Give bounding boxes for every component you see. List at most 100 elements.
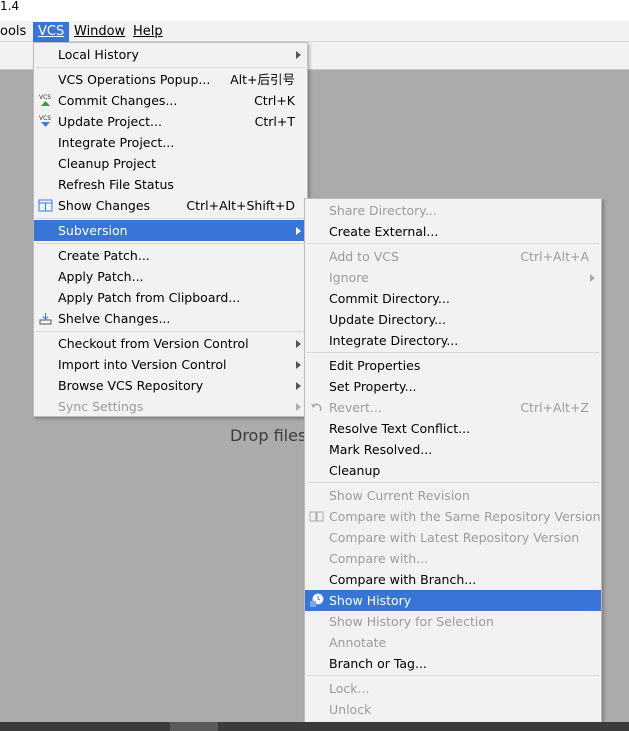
menu-item-integrate-project[interactable]: Integrate Project... [34, 132, 307, 153]
menu-item-create-patch[interactable]: Create Patch... [34, 245, 307, 266]
menu-item-import[interactable]: Import into Version Control [34, 354, 307, 375]
menu-item-label: Create Patch... [58, 248, 150, 263]
menu-item-label: Cleanup [329, 463, 381, 478]
menu-item-shortcut: Ctrl+T [254, 114, 295, 129]
menu-item-shortcut: Ctrl+K [254, 93, 295, 108]
separator [36, 243, 305, 244]
menu-item-label: Mark Resolved... [329, 442, 433, 457]
window-title: 1.4 [0, 0, 20, 13]
svg-text:VCS: VCS [39, 115, 51, 122]
menu-item-label: Branch or Tag... [329, 656, 427, 671]
menu-item-label: Checkout from Version Control [58, 336, 249, 351]
menu-item-resolve-text-conflict[interactable]: Resolve Text Conflict... [305, 418, 601, 439]
separator [36, 67, 305, 68]
submenu-arrow-icon [296, 51, 301, 59]
menu-item-label: Update Project... [58, 114, 162, 129]
menu-item-label: Compare with Latest Repository Version [329, 530, 580, 545]
menu-item-set-property[interactable]: Set Property... [305, 376, 601, 397]
separator [307, 675, 599, 676]
menu-item-label: Subversion [58, 223, 128, 238]
menu-item-label: Share Directory... [329, 203, 437, 218]
menu-item-label: Revert... [329, 400, 382, 415]
menu-item-integrate-directory[interactable]: Integrate Directory... [305, 330, 601, 351]
submenu-arrow-icon [590, 274, 595, 282]
menu-item-label: Unlock [329, 702, 372, 717]
menu-item-label: Cleanup Project [58, 156, 157, 171]
menu-item-label: Create External... [329, 224, 439, 239]
menu-item-local-history[interactable]: Local History [34, 44, 307, 65]
menu-item-label: Commit Changes... [58, 93, 178, 108]
menu-item-label: Show History [329, 593, 412, 608]
menu-item-update-directory[interactable]: Update Directory... [305, 309, 601, 330]
menu-item-shortcut: Ctrl+Alt+Shift+D [186, 198, 295, 213]
menu-item-label: Lock... [329, 681, 370, 696]
menu-vcs[interactable]: VCS [33, 22, 70, 42]
menu-item-label: Add to VCS [329, 249, 399, 264]
menu-item-shortcut: Ctrl+Alt+Z [520, 400, 589, 415]
menu-window[interactable]: Window [69, 22, 130, 42]
separator [307, 243, 599, 244]
menu-item-label: Annotate [329, 635, 387, 650]
vcs-commit-icon: VCS [38, 93, 53, 108]
menu-item-shortcut: Alt+后引号 [230, 72, 295, 87]
menu-item-label: Refresh File Status [58, 177, 174, 192]
menu-bar: ools VCS Window Help [0, 21, 629, 42]
menu-item-label: VCS Operations Popup... [58, 72, 211, 87]
menu-item-cleanup-project[interactable]: Cleanup Project [34, 153, 307, 174]
menu-item-shortcut: Ctrl+Alt+A [520, 249, 589, 264]
menu-item-update-project[interactable]: VCS Update Project... Ctrl+T [34, 111, 307, 132]
menu-item-ignore: Ignore [305, 267, 601, 288]
vcs-menu: Local History VCS Operations Popup... Al… [33, 42, 308, 417]
menu-item-subversion[interactable]: Subversion [34, 220, 307, 241]
menu-item-label: Sync Settings [58, 399, 144, 414]
menu-item-branch-or-tag[interactable]: Branch or Tag... [305, 653, 601, 674]
menu-item-checkout[interactable]: Checkout from Version Control [34, 333, 307, 354]
menu-item-cleanup[interactable]: Cleanup [305, 460, 601, 481]
menu-item-show-history[interactable]: Show History [305, 590, 601, 611]
menu-item-label: Compare with Branch... [329, 572, 477, 587]
title-bar: 1.4 [0, 0, 629, 21]
menu-item-annotate: Annotate [305, 632, 601, 653]
menu-item-vcs-operations-popup[interactable]: VCS Operations Popup... Alt+后引号 [34, 69, 307, 90]
menu-item-apply-patch-clipboard[interactable]: Apply Patch from Clipboard... [34, 287, 307, 308]
menu-item-commit-changes[interactable]: VCS Commit Changes... Ctrl+K [34, 90, 307, 111]
menu-item-edit-properties[interactable]: Edit Properties [305, 355, 601, 376]
menu-tools[interactable]: ools [0, 22, 31, 42]
submenu-arrow-icon [296, 361, 301, 369]
menu-item-unlock: Unlock [305, 699, 601, 720]
separator [36, 218, 305, 219]
menu-item-label: Browse VCS Repository [58, 378, 204, 393]
menu-item-label: Local History [58, 47, 139, 62]
submenu-arrow-icon [296, 403, 301, 411]
menu-item-label: Apply Patch from Clipboard... [58, 290, 241, 305]
menu-item-mark-resolved[interactable]: Mark Resolved... [305, 439, 601, 460]
history-icon [309, 593, 324, 608]
menu-item-label: Resolve Text Conflict... [329, 421, 471, 436]
menu-item-label: Update Directory... [329, 312, 446, 327]
menu-item-commit-directory[interactable]: Commit Directory... [305, 288, 601, 309]
menu-item-show-changes[interactable]: Show Changes Ctrl+Alt+Shift+D [34, 195, 307, 216]
menu-item-refresh-file-status[interactable]: Refresh File Status [34, 174, 307, 195]
menu-item-shelve-changes[interactable]: Shelve Changes... [34, 308, 307, 329]
menu-item-apply-patch[interactable]: Apply Patch... [34, 266, 307, 287]
separator [307, 482, 599, 483]
submenu-arrow-icon [296, 340, 301, 348]
menu-item-label: Import into Version Control [58, 357, 227, 372]
vcs-update-icon: VCS [38, 114, 53, 129]
menu-item-label: Commit Directory... [329, 291, 450, 306]
show-changes-icon [38, 198, 53, 213]
menu-help[interactable]: Help [128, 22, 168, 42]
menu-item-label: Compare with the Same Repository Version [329, 509, 601, 524]
menu-item-label: Show History for Selection [329, 614, 494, 629]
svg-text:VCS: VCS [39, 94, 51, 101]
menu-item-label: Show Changes [58, 198, 151, 213]
status-segment [170, 722, 218, 731]
menu-item-browse-vcs[interactable]: Browse VCS Repository [34, 375, 307, 396]
menu-item-label: Integrate Directory... [329, 333, 459, 348]
menu-item-label: Shelve Changes... [58, 311, 171, 326]
menu-item-compare-with-branch[interactable]: Compare with Branch... [305, 569, 601, 590]
menu-item-compare-latest-repo: Compare with Latest Repository Version [305, 527, 601, 548]
compare-icon [309, 509, 324, 524]
shelve-icon [38, 311, 53, 326]
menu-item-create-external[interactable]: Create External... [305, 221, 601, 242]
